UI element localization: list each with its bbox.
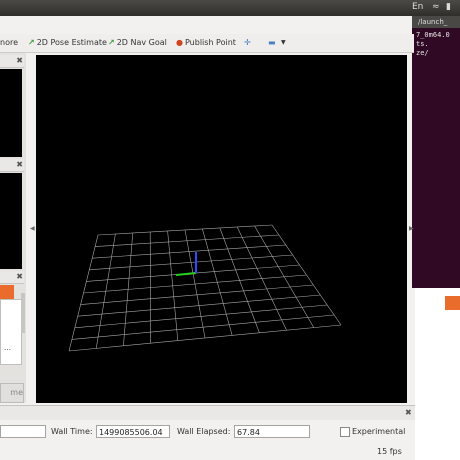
close-icon[interactable]: ✖ (16, 271, 23, 282)
grid-line (80, 284, 314, 305)
battery-icon[interactable]: ▮ (446, 2, 451, 13)
map-pin-icon: ● (176, 38, 183, 47)
remove-button[interactable]: me (0, 383, 24, 403)
arrow-icon: ↗ (28, 38, 35, 47)
grid-line (254, 225, 315, 328)
background-window (415, 288, 460, 460)
views-panel[interactable] (0, 173, 22, 269)
wall-elapsed-field[interactable]: 67.84 (234, 425, 310, 438)
ros-time-field[interactable] (0, 425, 46, 438)
grid-line (202, 228, 233, 336)
selection-highlight (0, 285, 14, 299)
right-splitter-handle[interactable]: ▶ (409, 225, 414, 232)
background-window-accent (445, 296, 460, 310)
nav-goal-label: 2D Nav Goal (116, 38, 167, 47)
wall-elapsed-label: Wall Elapsed: (177, 427, 231, 436)
chevron-down-icon[interactable]: ▼ (281, 37, 286, 48)
wall-time-label: Wall Time: (51, 427, 93, 436)
terminal-line: 7_0m64.0 (416, 31, 450, 39)
grid-line (68, 324, 342, 352)
publish-point-label: Publish Point (184, 38, 236, 47)
nav-goal-button[interactable]: ↗ 2D Nav Goal (108, 37, 167, 48)
experimental-checkbox[interactable] (340, 427, 350, 437)
time-panel-header: ✖ (0, 405, 415, 420)
grid-line (271, 224, 342, 326)
grid-line (74, 304, 328, 329)
panel-header: ✖ (0, 159, 24, 172)
arrow-icon: ↗ (108, 38, 115, 47)
desktop-top-panel: En ≈ ▮ (0, 0, 460, 16)
publish-point-button[interactable]: ● Publish Point (176, 37, 236, 48)
ime-indicator[interactable]: En (412, 2, 423, 13)
close-icon[interactable]: ✖ (16, 55, 23, 66)
remove-button-label: me (10, 388, 23, 397)
interact-tool-button[interactable]: nore (0, 37, 18, 48)
grid-line (71, 314, 335, 340)
ellipsis-icon: … (4, 344, 11, 352)
scrollbar[interactable] (21, 293, 25, 333)
properties-list[interactable]: … (0, 299, 22, 365)
grid-line (77, 294, 321, 317)
grid-line (236, 226, 287, 331)
3d-viewport[interactable] (36, 55, 407, 403)
pose-estimate-label: 2D Pose Estimate (36, 38, 107, 47)
rviz-toolbar: nore ↗ 2D Pose Estimate ↗ 2D Nav Goal ● Pub… (0, 34, 414, 53)
terminal-title-bar: /launch_ (412, 16, 460, 28)
terminal-title: /launch_ (418, 18, 448, 26)
wall-time-field[interactable]: 1499085506.04 (96, 425, 170, 438)
fps-readout: 15 fps (377, 447, 402, 456)
close-icon[interactable]: ✖ (16, 159, 23, 170)
wifi-icon[interactable]: ≈ (432, 2, 440, 13)
terminal-line: ze/ (416, 49, 429, 57)
left-dock: ✖ ✖ ✖ … me (0, 53, 26, 403)
grid-line (219, 227, 260, 333)
panel-header: ✖ (0, 271, 24, 284)
time-panel: Wall Time: 1499085506.04 Wall Elapsed: 6… (0, 420, 415, 460)
grid-line (83, 274, 307, 294)
pose-estimate-button[interactable]: ↗ 2D Pose Estimate (28, 37, 107, 48)
terminal-window[interactable]: 7_0m64.0 ts. ze/ (412, 28, 460, 288)
grid-display (68, 224, 342, 352)
left-splitter-handle[interactable]: ◀ (30, 225, 35, 232)
experimental-label: Experimental (352, 427, 406, 436)
close-icon[interactable]: ✖ (405, 407, 412, 418)
terminal-line: ts. (416, 40, 429, 48)
add-tool-icon[interactable]: ▬ (268, 37, 276, 48)
displays-panel[interactable] (0, 69, 22, 157)
move-camera-icon[interactable]: ✛ (244, 37, 251, 48)
panel-header: ✖ (0, 55, 24, 68)
